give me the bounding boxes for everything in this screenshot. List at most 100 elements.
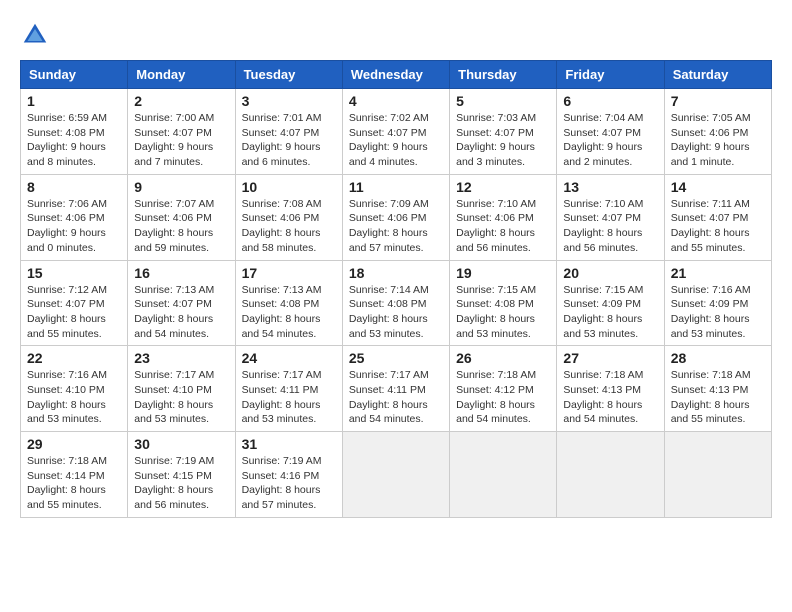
column-header-tuesday: Tuesday: [235, 61, 342, 89]
calendar-cell: [557, 432, 664, 518]
day-info: Sunrise: 7:18 AMSunset: 4:12 PMDaylight:…: [456, 368, 550, 427]
calendar-cell: 10Sunrise: 7:08 AMSunset: 4:06 PMDayligh…: [235, 174, 342, 260]
day-info: Sunrise: 7:17 AMSunset: 4:11 PMDaylight:…: [349, 368, 443, 427]
day-info: Sunrise: 7:01 AMSunset: 4:07 PMDaylight:…: [242, 111, 336, 170]
day-number: 14: [671, 179, 765, 195]
day-number: 4: [349, 93, 443, 109]
day-number: 28: [671, 350, 765, 366]
calendar-header-row: SundayMondayTuesdayWednesdayThursdayFrid…: [21, 61, 772, 89]
day-number: 19: [456, 265, 550, 281]
day-number: 29: [27, 436, 121, 452]
day-number: 23: [134, 350, 228, 366]
calendar-week-row: 22 Sunrise: 7:16 AMSunset: 4:10 PMDayligh…: [21, 346, 772, 432]
calendar-week-row: 29 Sunrise: 7:18 AMSunset: 4:14 PMDayligh…: [21, 432, 772, 518]
calendar: SundayMondayTuesdayWednesdayThursdayFrid…: [20, 60, 772, 518]
calendar-cell: 29 Sunrise: 7:18 AMSunset: 4:14 PMDayligh…: [21, 432, 128, 518]
column-header-saturday: Saturday: [664, 61, 771, 89]
day-info: Sunrise: 7:15 AMSunset: 4:08 PMDaylight:…: [456, 283, 550, 342]
day-number: 18: [349, 265, 443, 281]
column-header-monday: Monday: [128, 61, 235, 89]
calendar-cell: 26 Sunrise: 7:18 AMSunset: 4:12 PMDayligh…: [450, 346, 557, 432]
calendar-cell: 31Sunrise: 7:19 AMSunset: 4:16 PMDayligh…: [235, 432, 342, 518]
day-info: Sunrise: 7:18 AMSunset: 4:14 PMDaylight:…: [27, 454, 121, 513]
day-info: Sunrise: 7:18 AMSunset: 4:13 PMDaylight:…: [671, 368, 765, 427]
column-header-friday: Friday: [557, 61, 664, 89]
day-info: Sunrise: 7:14 AMSunset: 4:08 PMDaylight:…: [349, 283, 443, 342]
calendar-cell: 17 Sunrise: 7:13 AMSunset: 4:08 PMDayligh…: [235, 260, 342, 346]
day-number: 31: [242, 436, 336, 452]
header: [20, 20, 772, 50]
calendar-cell: 19 Sunrise: 7:15 AMSunset: 4:08 PMDayligh…: [450, 260, 557, 346]
calendar-cell: 25 Sunrise: 7:17 AMSunset: 4:11 PMDayligh…: [342, 346, 449, 432]
day-info: Sunrise: 7:19 AMSunset: 4:15 PMDaylight:…: [134, 454, 228, 513]
day-info: Sunrise: 7:02 AMSunset: 4:07 PMDaylight:…: [349, 111, 443, 170]
day-number: 21: [671, 265, 765, 281]
day-info: Sunrise: 7:03 AMSunset: 4:07 PMDaylight:…: [456, 111, 550, 170]
day-number: 13: [563, 179, 657, 195]
calendar-cell: 2 Sunrise: 7:00 AMSunset: 4:07 PMDaylight…: [128, 89, 235, 175]
calendar-cell: 21 Sunrise: 7:16 AMSunset: 4:09 PMDayligh…: [664, 260, 771, 346]
day-info: Sunrise: 7:10 AMSunset: 4:06 PMDaylight:…: [456, 197, 550, 256]
calendar-cell: 14 Sunrise: 7:11 AMSunset: 4:07 PMDayligh…: [664, 174, 771, 260]
calendar-cell: 3 Sunrise: 7:01 AMSunset: 4:07 PMDaylight…: [235, 89, 342, 175]
day-info: Sunrise: 6:59 AMSunset: 4:08 PMDaylight:…: [27, 111, 121, 170]
calendar-cell: [342, 432, 449, 518]
day-number: 16: [134, 265, 228, 281]
calendar-cell: 20 Sunrise: 7:15 AMSunset: 4:09 PMDayligh…: [557, 260, 664, 346]
day-number: 11: [349, 179, 443, 195]
day-number: 3: [242, 93, 336, 109]
day-info: Sunrise: 7:12 AMSunset: 4:07 PMDaylight:…: [27, 283, 121, 342]
day-info: Sunrise: 7:13 AMSunset: 4:08 PMDaylight:…: [242, 283, 336, 342]
day-number: 1: [27, 93, 121, 109]
day-number: 20: [563, 265, 657, 281]
day-info: Sunrise: 7:10 AMSunset: 4:07 PMDaylight:…: [563, 197, 657, 256]
day-info: Sunrise: 7:05 AMSunset: 4:06 PMDaylight:…: [671, 111, 765, 170]
day-number: 25: [349, 350, 443, 366]
calendar-cell: 11 Sunrise: 7:09 AMSunset: 4:06 PMDayligh…: [342, 174, 449, 260]
calendar-cell: 1 Sunrise: 6:59 AMSunset: 4:08 PMDaylight…: [21, 89, 128, 175]
calendar-cell: [450, 432, 557, 518]
day-info: Sunrise: 7:17 AMSunset: 4:10 PMDaylight:…: [134, 368, 228, 427]
day-info: Sunrise: 7:09 AMSunset: 4:06 PMDaylight:…: [349, 197, 443, 256]
day-info: Sunrise: 7:00 AMSunset: 4:07 PMDaylight:…: [134, 111, 228, 170]
day-info: Sunrise: 7:04 AMSunset: 4:07 PMDaylight:…: [563, 111, 657, 170]
day-number: 2: [134, 93, 228, 109]
day-info: Sunrise: 7:16 AMSunset: 4:09 PMDaylight:…: [671, 283, 765, 342]
day-number: 5: [456, 93, 550, 109]
calendar-week-row: 15 Sunrise: 7:12 AMSunset: 4:07 PMDayligh…: [21, 260, 772, 346]
calendar-cell: 22 Sunrise: 7:16 AMSunset: 4:10 PMDayligh…: [21, 346, 128, 432]
calendar-cell: 8 Sunrise: 7:06 AMSunset: 4:06 PMDaylight…: [21, 174, 128, 260]
calendar-cell: 13 Sunrise: 7:10 AMSunset: 4:07 PMDayligh…: [557, 174, 664, 260]
calendar-cell: 12 Sunrise: 7:10 AMSunset: 4:06 PMDayligh…: [450, 174, 557, 260]
calendar-cell: 30 Sunrise: 7:19 AMSunset: 4:15 PMDayligh…: [128, 432, 235, 518]
day-number: 17: [242, 265, 336, 281]
day-number: 7: [671, 93, 765, 109]
calendar-cell: 7 Sunrise: 7:05 AMSunset: 4:06 PMDaylight…: [664, 89, 771, 175]
day-number: 30: [134, 436, 228, 452]
day-number: 12: [456, 179, 550, 195]
day-info: Sunrise: 7:15 AMSunset: 4:09 PMDaylight:…: [563, 283, 657, 342]
calendar-cell: 28 Sunrise: 7:18 AMSunset: 4:13 PMDayligh…: [664, 346, 771, 432]
day-number: 24: [242, 350, 336, 366]
calendar-cell: 15 Sunrise: 7:12 AMSunset: 4:07 PMDayligh…: [21, 260, 128, 346]
day-info: Sunrise: 7:18 AMSunset: 4:13 PMDaylight:…: [563, 368, 657, 427]
calendar-cell: 27Sunrise: 7:18 AMSunset: 4:13 PMDayligh…: [557, 346, 664, 432]
calendar-cell: 5 Sunrise: 7:03 AMSunset: 4:07 PMDaylight…: [450, 89, 557, 175]
logo-icon: [20, 20, 50, 50]
day-number: 8: [27, 179, 121, 195]
day-number: 6: [563, 93, 657, 109]
day-number: 15: [27, 265, 121, 281]
day-info: Sunrise: 7:06 AMSunset: 4:06 PMDaylight:…: [27, 197, 121, 256]
logo: [20, 20, 54, 50]
calendar-cell: 6 Sunrise: 7:04 AMSunset: 4:07 PMDaylight…: [557, 89, 664, 175]
day-info: Sunrise: 7:16 AMSunset: 4:10 PMDaylight:…: [27, 368, 121, 427]
day-info: Sunrise: 7:07 AMSunset: 4:06 PMDaylight:…: [134, 197, 228, 256]
calendar-cell: 23 Sunrise: 7:17 AMSunset: 4:10 PMDayligh…: [128, 346, 235, 432]
day-number: 26: [456, 350, 550, 366]
day-number: 10: [242, 179, 336, 195]
calendar-cell: 4 Sunrise: 7:02 AMSunset: 4:07 PMDaylight…: [342, 89, 449, 175]
day-number: 22: [27, 350, 121, 366]
column-header-thursday: Thursday: [450, 61, 557, 89]
calendar-cell: [664, 432, 771, 518]
day-info: Sunrise: 7:11 AMSunset: 4:07 PMDaylight:…: [671, 197, 765, 256]
